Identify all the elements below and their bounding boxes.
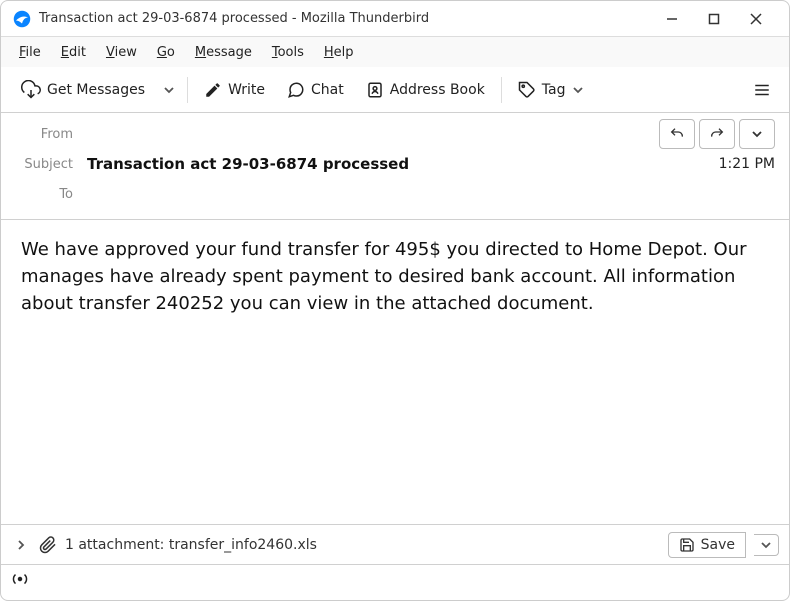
menu-tools[interactable]: Tools (264, 41, 312, 64)
maximize-button[interactable] (693, 4, 735, 34)
menu-message[interactable]: Message (187, 41, 260, 64)
to-label: To (15, 187, 87, 202)
download-cloud-icon (21, 80, 41, 100)
menu-bar: File Edit View Go Message Tools Help (1, 37, 789, 67)
status-bar (1, 564, 789, 592)
message-headers: From Subject Transaction act 29-03-6874 … (1, 113, 789, 220)
get-messages-label: Get Messages (47, 82, 145, 98)
chat-button[interactable]: Chat (277, 75, 354, 105)
menu-edit[interactable]: Edit (53, 41, 94, 64)
hamburger-icon (753, 81, 771, 99)
address-book-button[interactable]: Address Book (356, 75, 495, 105)
minimize-button[interactable] (651, 4, 693, 34)
chat-label: Chat (311, 82, 344, 98)
attachment-bar: 1 attachment: transfer_info2460.xls Save (1, 524, 789, 564)
close-button[interactable] (735, 4, 777, 34)
attachment-summary: 1 attachment: transfer_info2460.xls (65, 537, 660, 553)
save-attachment-dropdown[interactable] (754, 534, 779, 556)
pencil-icon (204, 81, 222, 99)
menu-help[interactable]: Help (316, 41, 362, 64)
toolbar-separator (187, 77, 188, 103)
menu-view[interactable]: View (98, 41, 145, 64)
address-book-label: Address Book (390, 82, 485, 98)
toolbar-separator (501, 77, 502, 103)
subject-value: Transaction act 29-03-6874 processed (87, 155, 719, 173)
address-book-icon (366, 81, 384, 99)
write-button[interactable]: Write (194, 75, 275, 105)
paperclip-icon (39, 536, 57, 554)
main-toolbar: Get Messages Write Chat Address Book Tag (1, 67, 789, 113)
more-actions-button[interactable] (739, 119, 775, 149)
get-messages-dropdown[interactable] (157, 78, 181, 102)
menu-file[interactable]: File (11, 41, 49, 64)
reply-button[interactable] (659, 119, 695, 149)
thunderbird-icon (13, 10, 31, 28)
save-icon (679, 537, 695, 553)
window-titlebar: Transaction act 29-03-6874 processed - M… (1, 1, 789, 37)
chat-icon (287, 81, 305, 99)
message-body: We have approved your fund transfer for … (1, 220, 789, 524)
message-time: 1:21 PM (719, 156, 775, 172)
menu-go[interactable]: Go (149, 41, 183, 64)
write-label: Write (228, 82, 265, 98)
forward-button[interactable] (699, 119, 735, 149)
attachment-toggle[interactable] (11, 535, 31, 555)
from-label: From (15, 127, 87, 142)
online-status-icon[interactable] (11, 570, 29, 588)
save-attachment-button[interactable]: Save (668, 532, 746, 558)
app-menu-button[interactable] (745, 73, 779, 107)
tag-button[interactable]: Tag (508, 75, 594, 105)
chevron-down-icon (572, 84, 584, 96)
get-messages-button[interactable]: Get Messages (11, 74, 155, 106)
subject-label: Subject (15, 157, 87, 172)
window-title: Transaction act 29-03-6874 processed - M… (39, 11, 651, 26)
tag-icon (518, 81, 536, 99)
tag-label: Tag (542, 82, 566, 98)
save-label: Save (701, 537, 735, 553)
